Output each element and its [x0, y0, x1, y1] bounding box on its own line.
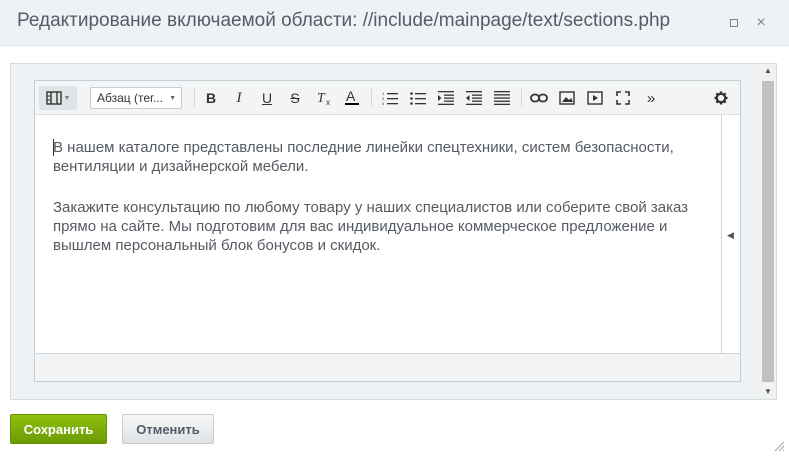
svg-text:x: x	[326, 98, 330, 106]
font-color-button[interactable]: A	[341, 86, 363, 110]
content-paragraph[interactable]: В нашем каталоге представлены последние …	[53, 138, 721, 176]
editor-statusbar	[35, 353, 740, 381]
indent-icon	[438, 91, 454, 105]
image-icon	[559, 91, 575, 105]
clear-format-icon: T x	[317, 91, 330, 106]
code-view-icon	[45, 91, 62, 105]
toolbar-separator	[371, 89, 372, 107]
chevron-down-icon: ▼	[63, 94, 71, 102]
toolbar-separator	[521, 89, 522, 107]
svg-text:A: A	[346, 89, 356, 104]
clear-format-button[interactable]: T x	[313, 86, 335, 110]
insert-link-button[interactable]	[528, 86, 550, 110]
insert-image-button[interactable]	[556, 86, 578, 110]
scroll-up-icon[interactable]: ▲	[760, 64, 776, 78]
underline-button[interactable]: U	[257, 86, 277, 110]
dialog-titlebar[interactable]: Редактирование включаемой области: //inc…	[0, 0, 789, 46]
side-panel: ◀	[721, 115, 740, 353]
indent-button[interactable]	[435, 86, 457, 110]
style-select-value: Абзац (тег...	[97, 91, 163, 105]
gear-icon	[714, 91, 728, 105]
editor-content-area[interactable]: В нашем каталоге представлены последние …	[35, 115, 721, 353]
bullet-list-icon	[410, 92, 426, 105]
save-button[interactable]: Сохранить	[10, 414, 107, 444]
fullscreen-icon	[616, 91, 630, 105]
paragraph-style-select[interactable]: Абзац (тег... ▼	[90, 87, 182, 109]
content-paragraph[interactable]: Закажите консультацию по любому товару у…	[53, 198, 721, 255]
link-icon	[530, 93, 548, 103]
scroll-down-icon[interactable]: ▼	[760, 385, 776, 399]
outdent-icon	[466, 91, 482, 105]
bullet-list-button[interactable]	[407, 86, 429, 110]
dialog-title: Редактирование включаемой области: //inc…	[17, 10, 671, 31]
editor-toolbar: ▼ Абзац (тег... ▼ B I U S T x A 1 2 3 »	[35, 81, 740, 115]
settings-button[interactable]	[710, 86, 732, 110]
maximize-icon	[730, 19, 738, 27]
close-icon: ×	[756, 14, 766, 31]
chevron-down-icon: ▼	[169, 95, 176, 102]
more-tools-button[interactable]: »	[640, 86, 662, 110]
svg-text:T: T	[317, 91, 326, 106]
close-button[interactable]: ×	[752, 14, 770, 32]
scrollbar-thumb[interactable]	[762, 81, 774, 382]
html-editor: ▼ Абзац (тег... ▼ B I U S T x A 1 2 3 » …	[34, 80, 741, 382]
ordered-list-icon: 1 2 3	[382, 91, 398, 105]
ordered-list-button[interactable]: 1 2 3	[379, 86, 401, 110]
maximize-button[interactable]	[725, 14, 743, 32]
align-justify-icon	[494, 91, 510, 105]
collapse-arrow-icon[interactable]: ◀	[727, 230, 734, 241]
cancel-button[interactable]: Отменить	[122, 414, 214, 444]
outdent-button[interactable]	[463, 86, 485, 110]
video-icon	[587, 91, 603, 105]
fullscreen-button[interactable]	[612, 86, 634, 110]
font-color-icon: A	[345, 89, 359, 105]
italic-button[interactable]: I	[229, 86, 249, 110]
insert-video-button[interactable]	[584, 86, 606, 110]
resize-grip-icon[interactable]	[773, 440, 785, 452]
view-mode-button[interactable]: ▼	[39, 86, 77, 110]
svg-text:3: 3	[382, 101, 385, 105]
justify-button[interactable]	[491, 86, 513, 110]
editor-container: ▼ Абзац (тег... ▼ B I U S T x A 1 2 3 » …	[10, 63, 777, 400]
scrollbar[interactable]: ▲ ▼	[760, 64, 776, 399]
strikethrough-button[interactable]: S	[285, 86, 305, 110]
bold-button[interactable]: B	[201, 86, 221, 110]
edit-include-dialog: Редактирование включаемой области: //inc…	[0, 0, 789, 456]
toolbar-separator	[194, 89, 195, 107]
